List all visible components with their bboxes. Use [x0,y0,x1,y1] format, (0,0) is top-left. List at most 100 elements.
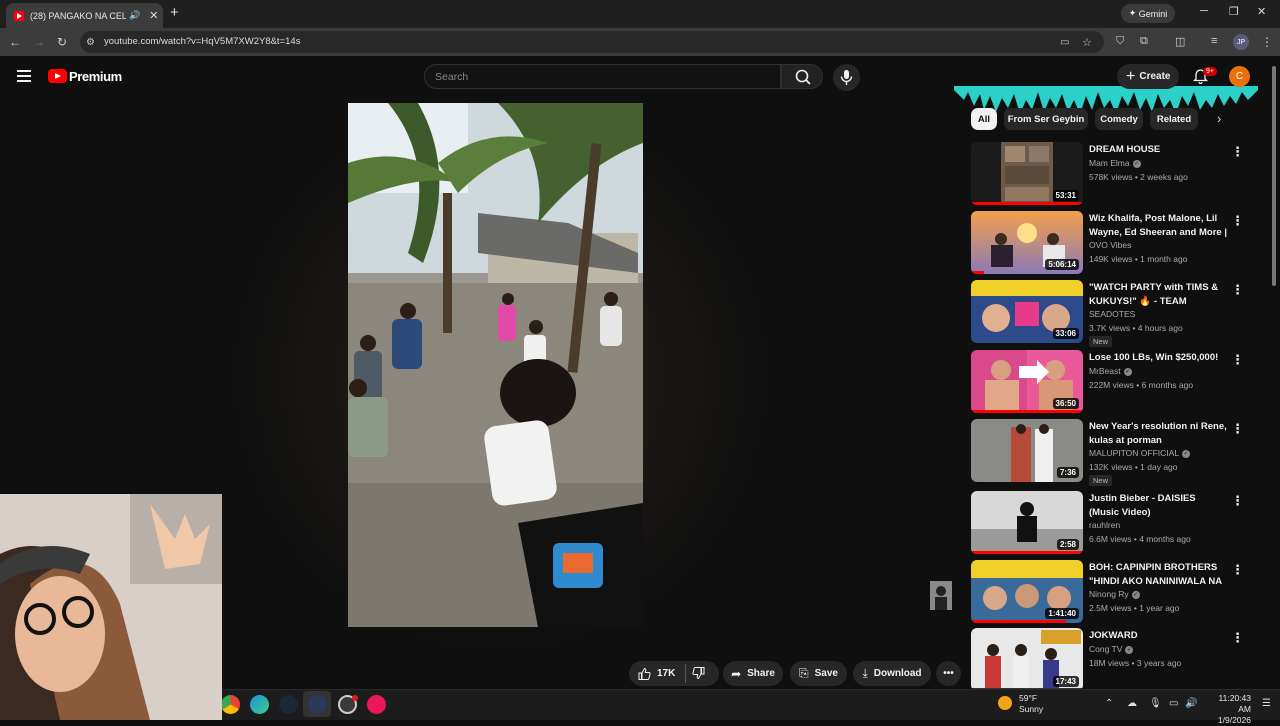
bookmark-star-icon[interactable]: ☆ [1082,36,1092,49]
minimize-button[interactable]: ─ [1200,5,1208,17]
channel-name[interactable]: Ninong Ry ✓ [1089,589,1140,599]
more-options-icon[interactable]: ⋮ [1231,282,1244,298]
weather-widget[interactable]: 59°F Sunny [1019,693,1043,715]
edge-icon[interactable] [250,695,269,714]
mini-preview-thumbnail[interactable] [930,581,952,610]
gemini-button[interactable]: ✦ Gemini [1121,4,1175,23]
video-title[interactable]: JOKWARD [1089,629,1227,643]
search-button[interactable] [781,64,823,89]
hamburger-menu-icon[interactable] [17,70,31,85]
more-options-icon[interactable]: ⋮ [1231,562,1244,578]
voice-search-button[interactable] [833,64,860,91]
video-thumbnail[interactable]: 5:06:14 [971,211,1083,274]
channel-name[interactable]: Cong TV ✓ [1089,644,1134,654]
browser-menu-icon[interactable]: ⋮ [1261,35,1273,49]
channel-name[interactable]: rauhlren [1089,520,1120,530]
video-player[interactable] [348,103,643,627]
video-title[interactable]: Justin Bieber - DAISIES (Music Video) [1089,492,1227,519]
split-view-icon[interactable]: ◫ [1175,35,1185,48]
dislike-button[interactable] [692,666,706,685]
microphone-tray-icon[interactable]: 🎙 [1149,698,1162,709]
list-item[interactable]: 1:41:40 BOH: CAPINPIN BROTHERS "HINDI AK… [971,560,1251,626]
chrome-icon[interactable] [221,695,240,714]
chip-from-channel[interactable]: From Ser Geybin [1004,108,1088,130]
youtube-logo-icon[interactable] [48,69,67,83]
youtube-music-icon[interactable] [367,695,386,714]
video-title[interactable]: New Year's resolution ni Rene, kulas at … [1089,420,1227,447]
more-options-icon[interactable]: ⋮ [1231,421,1244,437]
browser-tab[interactable]: (28) PANGAKO NA CELLPH 🔊 ✕ [6,3,163,28]
install-app-icon[interactable]: ▭ [1060,37,1069,48]
video-title[interactable]: Wiz Khalifa, Post Malone, Lil Wayne, Ed … [1089,212,1227,240]
chip-all[interactable]: All [971,108,997,130]
steam-active-icon[interactable] [308,695,327,714]
microphone-icon [840,70,853,85]
thumbs-up-icon [638,667,651,680]
list-item[interactable]: 17:43 JOKWARD Cong TV ✓ 18M views • 3 yea… [971,628,1251,694]
list-item[interactable]: 53:31 DREAM HOUSE Mam Elma ✓ 578K views •… [971,142,1251,208]
list-item[interactable]: 5:06:14 Wiz Khalifa, Post Malone, Lil Wa… [971,211,1251,277]
more-options-icon[interactable]: ⋮ [1231,352,1244,368]
audio-playing-icon[interactable]: 🔊 [129,10,140,21]
chip-comedy[interactable]: Comedy [1095,108,1143,130]
channel-name[interactable]: SEADOTES [1089,309,1135,319]
more-actions-button[interactable]: ••• [936,661,961,686]
duration-badge: 17:43 [1052,676,1079,687]
maximize-button[interactable]: ❐ [1229,5,1239,18]
channel-name[interactable]: Mam Elma ✓ [1089,158,1141,168]
steam-icon[interactable] [279,695,298,714]
tray-app-icon[interactable]: ☁ [1127,698,1137,709]
extensions-icon[interactable]: ⧉ [1140,35,1148,48]
chevron-right-icon[interactable]: › [1217,111,1221,126]
forward-icon[interactable]: → [33,35,45,49]
video-thumbnail[interactable]: 36:50 [971,350,1083,413]
list-item[interactable]: 2:58 Justin Bieber - DAISIES (Music Vide… [971,491,1251,557]
channel-name[interactable]: MALUPITON OFFICIAL ✓ [1089,448,1191,458]
tray-overflow-icon[interactable]: ⌃ [1105,698,1113,709]
channel-name[interactable]: MrBeast ✓ [1089,366,1132,376]
video-thumbnail[interactable]: 33:06 [971,280,1083,343]
share-button[interactable]: ➦ Share [723,661,783,686]
chip-related[interactable]: Related [1150,108,1198,130]
search-input[interactable]: Search [424,64,781,89]
video-title[interactable]: DREAM HOUSE [1089,143,1227,157]
site-info-icon[interactable]: ⚙ [86,37,95,48]
video-thumbnail[interactable]: 7:36 [971,419,1083,482]
video-title[interactable]: BOH: CAPINPIN BROTHERS "HINDI AKO NANINI… [1089,561,1227,589]
video-thumbnail[interactable]: 1:41:40 [971,560,1083,623]
list-item[interactable]: 36:50 Lose 100 LBs, Win $250,000! MrBeas… [971,350,1251,416]
back-icon[interactable]: ← [9,35,21,49]
system-clock[interactable]: 11:20:43 AM 1/9/2026 [1205,693,1251,726]
create-button[interactable]: + Create [1117,64,1179,89]
tab-close-icon[interactable]: ✕ [149,9,158,22]
reload-icon[interactable]: ↻ [57,35,67,49]
shield-extension-icon[interactable]: ⛉ [1116,35,1124,48]
close-window-button[interactable]: ✕ [1257,5,1266,18]
page-scrollbar[interactable] [1270,60,1278,688]
more-options-icon[interactable]: ⋮ [1231,493,1244,509]
new-tab-button[interactable]: + [170,4,179,21]
url-text[interactable]: youtube.com/watch?v=HqV5M7XW2Y8&t=14s [104,36,300,47]
list-item[interactable]: 7:36 New Year's resolution ni Rene, kula… [971,419,1251,486]
video-thumbnail[interactable]: 17:43 [971,628,1083,691]
like-button[interactable]: 17K [637,667,675,681]
video-title[interactable]: "WATCH PARTY with TIMS & KUKUYS!" 🔥 - TE… [1089,281,1227,309]
save-button[interactable]: ⎘ Save [790,661,847,686]
scrollbar-thumb[interactable] [1272,66,1276,286]
account-avatar[interactable]: C [1229,66,1250,87]
reading-list-icon[interactable]: ≡ [1211,35,1217,47]
more-options-icon[interactable]: ⋮ [1231,144,1244,160]
list-item[interactable]: 33:06 "WATCH PARTY with TIMS & KUKUYS!" … [971,280,1251,347]
video-thumbnail[interactable]: 53:31 [971,142,1083,205]
video-title[interactable]: Lose 100 LBs, Win $250,000! [1089,351,1227,365]
network-icon[interactable]: ▭ [1169,698,1178,709]
volume-icon[interactable]: 🔊 [1185,698,1197,709]
notification-center-icon[interactable]: ☰ [1262,698,1271,709]
channel-name[interactable]: OVO Vibes [1089,240,1131,250]
more-options-icon[interactable]: ⋮ [1231,630,1244,646]
youtube-premium-logo[interactable]: Premium [69,69,122,84]
profile-avatar[interactable]: JP [1233,34,1249,50]
video-thumbnail[interactable]: 2:58 [971,491,1083,554]
more-options-icon[interactable]: ⋮ [1231,213,1244,229]
download-button[interactable]: ⤓ Download [853,661,931,686]
